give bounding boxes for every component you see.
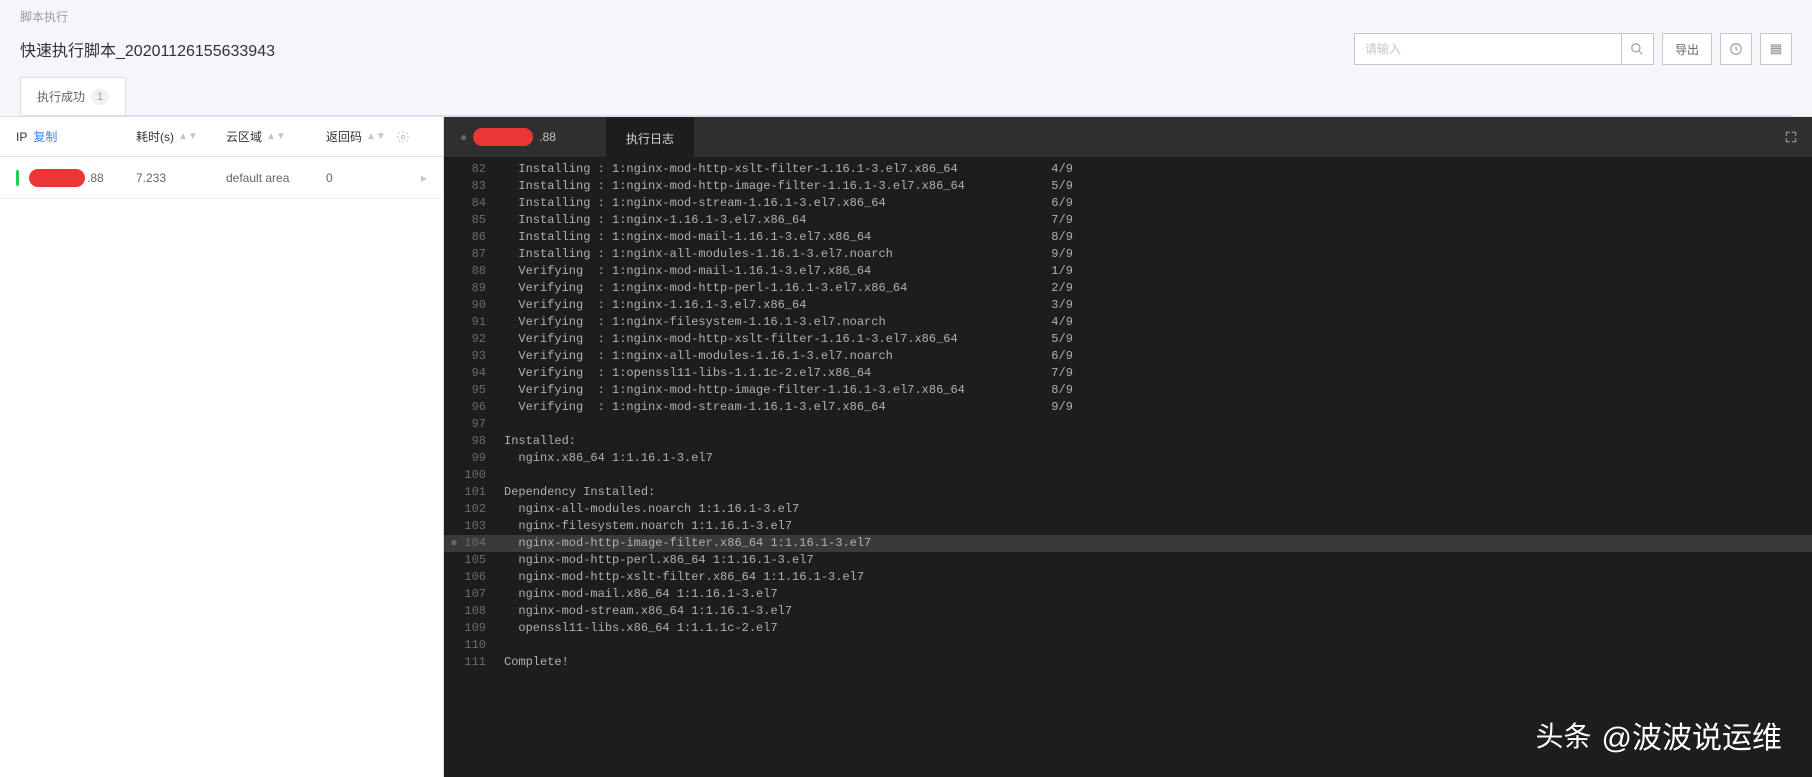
log-line: 97 xyxy=(444,416,1812,433)
log-line: 92 Verifying : 1:nginx-mod-http-xslt-fil… xyxy=(444,331,1812,348)
sort-icon[interactable]: ▲▼ xyxy=(266,134,286,139)
cell-code: 0 xyxy=(326,171,396,185)
log-line: 85 Installing : 1:nginx-1.16.1-3.el7.x86… xyxy=(444,212,1812,229)
log-line: 106 nginx-mod-http-xslt-filter.x86_64 1:… xyxy=(444,569,1812,586)
gear-icon[interactable] xyxy=(396,130,427,144)
ip-redacted xyxy=(29,169,85,187)
cell-zone: default area xyxy=(226,171,326,185)
log-line: 89 Verifying : 1:nginx-mod-http-perl-1.1… xyxy=(444,280,1812,297)
ip-suffix: .88 xyxy=(87,171,104,185)
log-line: 111Complete! xyxy=(444,654,1812,671)
sort-icon[interactable]: ▲▼ xyxy=(366,134,386,139)
log-line: 98Installed: xyxy=(444,433,1812,450)
log-line: 107 nginx-mod-mail.x86_64 1:1.16.1-3.el7 xyxy=(444,586,1812,603)
tab-exec-log[interactable]: 执行日志 xyxy=(606,117,694,157)
tab-success[interactable]: 执行成功 1 xyxy=(20,77,126,115)
log-line: 110 xyxy=(444,637,1812,654)
host-ip-suffix: .88 xyxy=(539,130,556,144)
log-line: 94 Verifying : 1:openssl11-libs-1.1.1c-2… xyxy=(444,365,1812,382)
clock-icon[interactable] xyxy=(1720,33,1752,65)
log-line: 87 Installing : 1:nginx-all-modules-1.16… xyxy=(444,246,1812,263)
log-line: 108 nginx-mod-stream.x86_64 1:1.16.1-3.e… xyxy=(444,603,1812,620)
host-chip: ● .88 xyxy=(444,117,606,157)
table-row[interactable]: .88 7.233 default area 0 ▸ xyxy=(0,157,443,199)
log-line: 95 Verifying : 1:nginx-mod-http-image-fi… xyxy=(444,382,1812,399)
log-line: 96 Verifying : 1:nginx-mod-stream-1.16.1… xyxy=(444,399,1812,416)
log-line: 99 nginx.x86_64 1:1.16.1-3.el7 xyxy=(444,450,1812,467)
log-line: 91 Verifying : 1:nginx-filesystem-1.16.1… xyxy=(444,314,1812,331)
sort-icon[interactable]: ▲▼ xyxy=(178,134,198,139)
tab-count-badge: 1 xyxy=(91,89,109,105)
copy-ip-link[interactable]: 复制 xyxy=(33,128,57,145)
log-line: 93 Verifying : 1:nginx-all-modules-1.16.… xyxy=(444,348,1812,365)
log-panel: ● .88 执行日志 82 Installing : 1:nginx-mod-h… xyxy=(444,117,1812,777)
log-line: 105 nginx-mod-http-perl.x86_64 1:1.16.1-… xyxy=(444,552,1812,569)
page-title: 快速执行脚本_20201126155633943 xyxy=(20,37,275,61)
log-line: 100 xyxy=(444,467,1812,484)
host-ip-redacted xyxy=(473,128,533,146)
fullscreen-icon[interactable] xyxy=(1770,130,1812,144)
log-line: 109 openssl11-libs.x86_64 1:1.1.1c-2.el7 xyxy=(444,620,1812,637)
log-line: 86 Installing : 1:nginx-mod-mail-1.16.1-… xyxy=(444,229,1812,246)
col-code-header: 返回码 xyxy=(326,128,362,145)
cell-duration: 7.233 xyxy=(136,171,226,185)
export-button[interactable]: 导出 xyxy=(1662,33,1712,65)
log-line: 102 nginx-all-modules.noarch 1:1.16.1-3.… xyxy=(444,501,1812,518)
log-line: 101Dependency Installed: xyxy=(444,484,1812,501)
host-table: IP 复制 耗时(s) ▲▼ 云区域 ▲▼ 返回码 ▲▼ xyxy=(0,117,444,777)
search-box[interactable] xyxy=(1354,33,1654,65)
search-icon[interactable] xyxy=(1621,34,1653,64)
tab-label: 执行成功 xyxy=(37,88,85,105)
log-line: 84 Installing : 1:nginx-mod-stream-1.16.… xyxy=(444,195,1812,212)
log-line: 83 Installing : 1:nginx-mod-http-image-f… xyxy=(444,178,1812,195)
settings-icon[interactable] xyxy=(1760,33,1792,65)
log-line: 88 Verifying : 1:nginx-mod-mail-1.16.1-3… xyxy=(444,263,1812,280)
col-ip-header: IP xyxy=(16,130,27,144)
search-input[interactable] xyxy=(1355,34,1621,64)
log-line: ●104 nginx-mod-http-image-filter.x86_64 … xyxy=(444,535,1812,552)
log-line: 103 nginx-filesystem.noarch 1:1.16.1-3.e… xyxy=(444,518,1812,535)
log-line: 90 Verifying : 1:nginx-1.16.1-3.el7.x86_… xyxy=(444,297,1812,314)
breadcrumb: 脚本执行 xyxy=(20,8,1792,25)
status-indicator xyxy=(16,170,19,186)
play-icon[interactable]: ▸ xyxy=(396,171,427,185)
log-line: 82 Installing : 1:nginx-mod-http-xslt-fi… xyxy=(444,161,1812,178)
col-zone-header: 云区域 xyxy=(226,128,262,145)
log-output[interactable]: 82 Installing : 1:nginx-mod-http-xslt-fi… xyxy=(444,157,1812,777)
col-duration-header: 耗时(s) xyxy=(136,128,174,145)
